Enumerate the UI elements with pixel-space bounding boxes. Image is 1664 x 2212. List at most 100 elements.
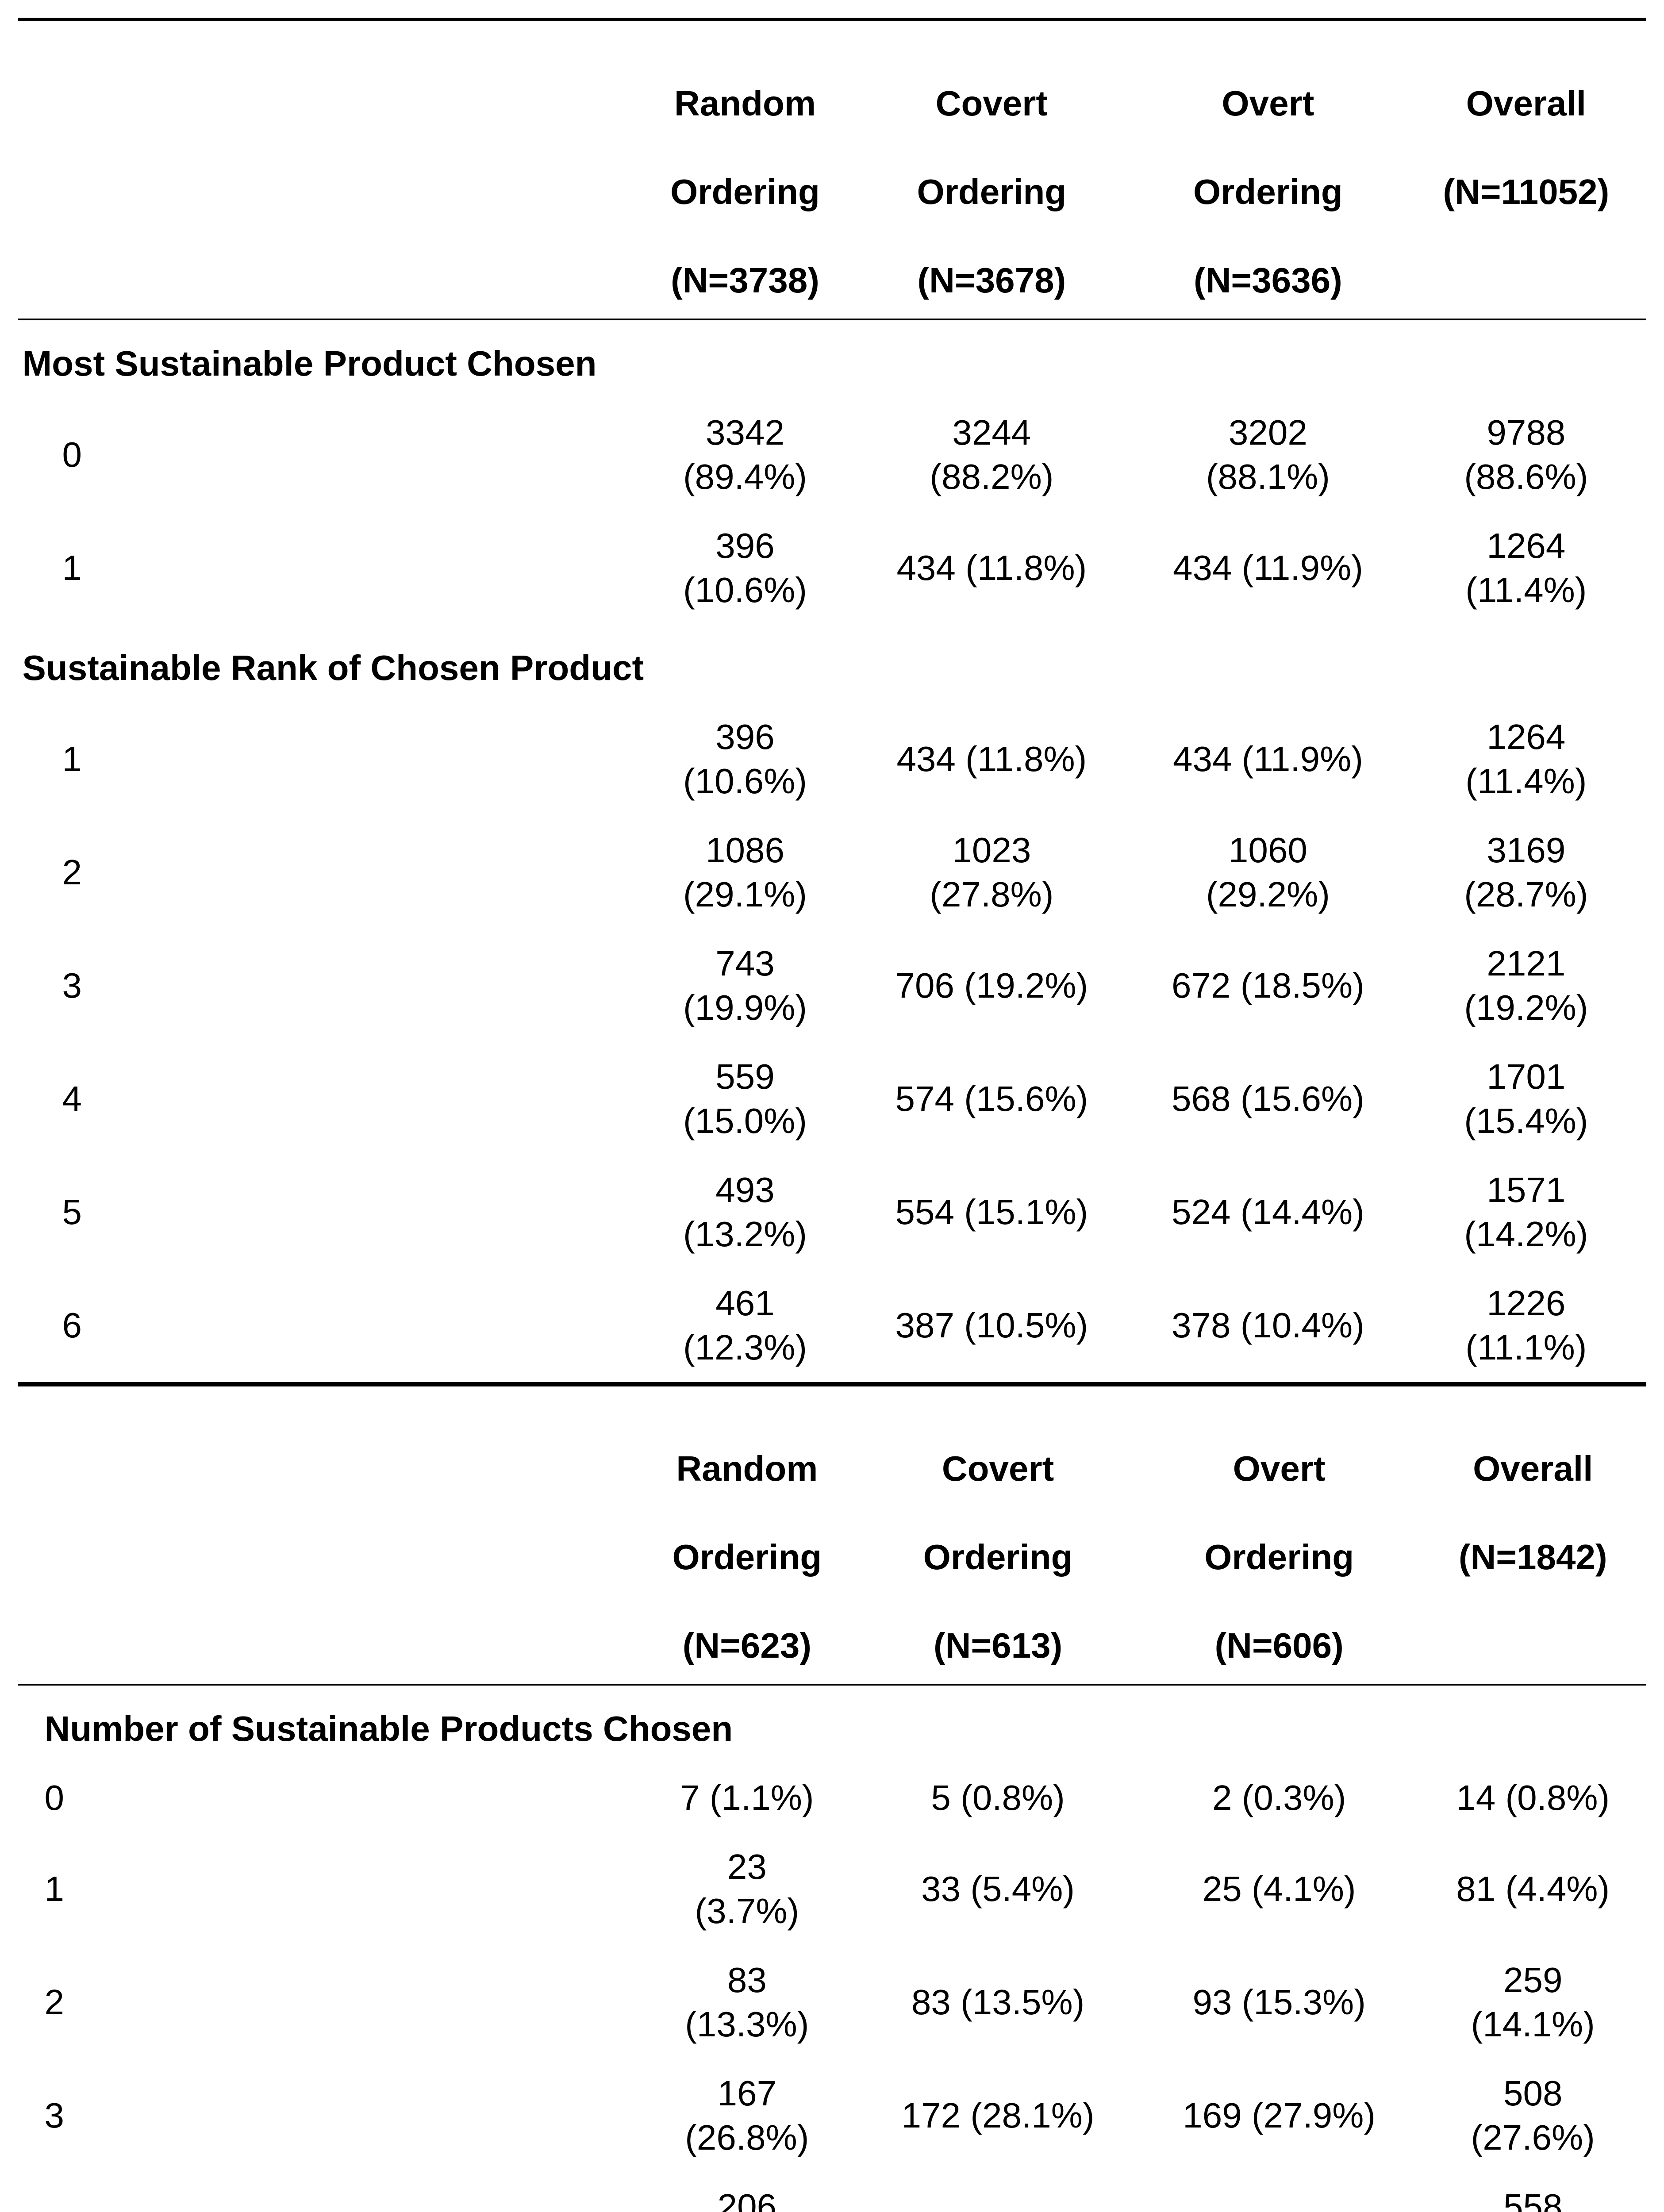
header-text: (N=3636) bbox=[1194, 261, 1342, 300]
cell-value: 1060 (29.2%) bbox=[1130, 816, 1407, 929]
cell-value: 434 (11.8%) bbox=[853, 511, 1130, 625]
cell-value: 25 (4.1%) bbox=[1138, 1832, 1420, 1946]
table-row: 3167 (26.8%)172 (28.1%)169 (27.9%)508 (2… bbox=[18, 2059, 1646, 2172]
table-row: 1396 (10.6%)434 (11.8%)434 (11.9%)1264 (… bbox=[18, 703, 1646, 816]
cell-value: 378 (10.4%) bbox=[1130, 1269, 1407, 1382]
cell-value: 1701 (15.4%) bbox=[1406, 1042, 1646, 1156]
cell-value: 3342 (89.4%) bbox=[637, 398, 853, 511]
cell-value: 23 (3.7%) bbox=[637, 1832, 857, 1946]
cell-value: 3202 (88.1%) bbox=[1130, 398, 1407, 511]
row-label: 6 bbox=[18, 1269, 637, 1382]
section-title: Number of Sustainable Products Chosen bbox=[18, 1685, 1646, 1763]
table-row: 5493 (13.2%)554 (15.1%)524 (14.4%)1571 (… bbox=[18, 1156, 1646, 1269]
cell-value: 1264 (11.4%) bbox=[1406, 511, 1646, 625]
cell-value: 1571 (14.2%) bbox=[1406, 1156, 1646, 1269]
cell-value: 387 (10.5%) bbox=[853, 1269, 1130, 1382]
cell-value: 461 (12.3%) bbox=[637, 1269, 853, 1382]
header-text: Ordering bbox=[923, 1537, 1073, 1577]
cell-value: 169 (27.9%) bbox=[1138, 2059, 1420, 2172]
section-title-row: Most Sustainable Product Chosen bbox=[18, 319, 1646, 398]
row-label: 2 bbox=[18, 816, 637, 929]
header-text: Ordering bbox=[917, 172, 1066, 211]
row-label: 4 bbox=[18, 2172, 637, 2212]
table-row: 6461 (12.3%)387 (10.5%)378 (10.4%)1226 (… bbox=[18, 1269, 1646, 1382]
table-row: 3743 (19.9%)706 (19.2%)672 (18.5%)2121 (… bbox=[18, 929, 1646, 1042]
cell-value: 7 (1.1%) bbox=[637, 1763, 857, 1832]
header-text: Covert bbox=[936, 84, 1048, 123]
header-text: Overall bbox=[1466, 84, 1586, 123]
cell-value: 167 (26.8%) bbox=[637, 2059, 857, 2172]
header-text: Ordering bbox=[1204, 1537, 1354, 1577]
header-text: Random bbox=[676, 1449, 818, 1488]
header-text: Ordering bbox=[670, 172, 820, 211]
table-2-header-row: Random Ordering (N=623) Covert Ordering … bbox=[18, 1384, 1646, 1685]
cell-value: 259 (14.1%) bbox=[1420, 1946, 1646, 2059]
header-text: (N=11052) bbox=[1443, 172, 1609, 211]
cell-value: 554 (15.1%) bbox=[853, 1156, 1130, 1269]
table-row: 4559 (15.0%)574 (15.6%)568 (15.6%)1701 (… bbox=[18, 1042, 1646, 1156]
summary-table-1: Random Ordering (N=3738) Covert Ordering… bbox=[18, 18, 1646, 1382]
row-label: 1 bbox=[18, 1832, 637, 1946]
cell-value: 1023 (27.8%) bbox=[853, 816, 1130, 929]
tables-container: Random Ordering (N=3738) Covert Ordering… bbox=[18, 18, 1646, 2212]
cell-value: 3244 (88.2%) bbox=[853, 398, 1130, 511]
cell-value: 568 (15.6%) bbox=[1130, 1042, 1407, 1156]
header-covert: Covert Ordering (N=613) bbox=[857, 1384, 1139, 1685]
cell-value: 396 (10.6%) bbox=[637, 703, 853, 816]
header-blank bbox=[18, 1384, 637, 1685]
table-row: 4206 (33.1%)183 (29.9%)169 (27.9%)558 (3… bbox=[18, 2172, 1646, 2212]
header-blank bbox=[18, 19, 637, 319]
table-row: 07 (1.1%)5 (0.8%)2 (0.3%)14 (0.8%) bbox=[18, 1763, 1646, 1832]
section-title: Most Sustainable Product Chosen bbox=[18, 319, 1646, 398]
header-overt: Overt Ordering (N=606) bbox=[1138, 1384, 1420, 1685]
header-text: (N=3678) bbox=[918, 261, 1066, 300]
cell-value: 172 (28.1%) bbox=[857, 2059, 1139, 2172]
cell-value: 434 (11.8%) bbox=[853, 703, 1130, 816]
table-1-header-row: Random Ordering (N=3738) Covert Ordering… bbox=[18, 19, 1646, 319]
cell-value: 434 (11.9%) bbox=[1130, 511, 1407, 625]
table-row: 283 (13.3%)83 (13.5%)93 (15.3%)259 (14.1… bbox=[18, 1946, 1646, 2059]
row-label: 3 bbox=[18, 2059, 637, 2172]
header-overt: Overt Ordering (N=3636) bbox=[1130, 19, 1407, 319]
cell-value: 1264 (11.4%) bbox=[1406, 703, 1646, 816]
row-label: 2 bbox=[18, 1946, 637, 2059]
header-random: Random Ordering (N=623) bbox=[637, 1384, 857, 1685]
section-title: Sustainable Rank of Chosen Product bbox=[18, 625, 1646, 703]
cell-value: 558 (30.3%) bbox=[1420, 2172, 1646, 2212]
header-overall: Overall (N=11052) bbox=[1406, 19, 1646, 319]
header-text: (N=1842) bbox=[1459, 1537, 1607, 1577]
row-label: 3 bbox=[18, 929, 637, 1042]
header-text: Random bbox=[674, 84, 816, 123]
cell-value: 2 (0.3%) bbox=[1138, 1763, 1420, 1832]
cell-value: 396 (10.6%) bbox=[637, 511, 853, 625]
cell-value: 9788 (88.6%) bbox=[1406, 398, 1646, 511]
row-label: 0 bbox=[18, 398, 637, 511]
header-text: (N=613) bbox=[934, 1626, 1062, 1665]
cell-value: 434 (11.9%) bbox=[1130, 703, 1407, 816]
cell-value: 574 (15.6%) bbox=[853, 1042, 1130, 1156]
cell-value: 93 (15.3%) bbox=[1138, 1946, 1420, 2059]
header-random: Random Ordering (N=3738) bbox=[637, 19, 853, 319]
cell-value: 169 (27.9%) bbox=[1138, 2172, 1420, 2212]
row-label: 0 bbox=[18, 1763, 637, 1832]
cell-value: 2121 (19.2%) bbox=[1406, 929, 1646, 1042]
header-text: Ordering bbox=[1193, 172, 1343, 211]
table-row: 03342 (89.4%)3244 (88.2%)3202 (88.1%)978… bbox=[18, 398, 1646, 511]
summary-table-2: Random Ordering (N=623) Covert Ordering … bbox=[18, 1382, 1646, 2212]
header-text: (N=606) bbox=[1215, 1626, 1344, 1665]
header-covert: Covert Ordering (N=3678) bbox=[853, 19, 1130, 319]
cell-value: 183 (29.9%) bbox=[857, 2172, 1139, 2212]
cell-value: 508 (27.6%) bbox=[1420, 2059, 1646, 2172]
header-text: (N=3738) bbox=[671, 261, 819, 300]
section-title-row: Sustainable Rank of Chosen Product bbox=[18, 625, 1646, 703]
cell-value: 3169 (28.7%) bbox=[1406, 816, 1646, 929]
row-label: 4 bbox=[18, 1042, 637, 1156]
cell-value: 81 (4.4%) bbox=[1420, 1832, 1646, 1946]
cell-value: 672 (18.5%) bbox=[1130, 929, 1407, 1042]
cell-value: 1086 (29.1%) bbox=[637, 816, 853, 929]
header-text: Covert bbox=[942, 1449, 1054, 1488]
row-label: 1 bbox=[18, 511, 637, 625]
cell-value: 83 (13.5%) bbox=[857, 1946, 1139, 2059]
cell-value: 524 (14.4%) bbox=[1130, 1156, 1407, 1269]
cell-value: 493 (13.2%) bbox=[637, 1156, 853, 1269]
